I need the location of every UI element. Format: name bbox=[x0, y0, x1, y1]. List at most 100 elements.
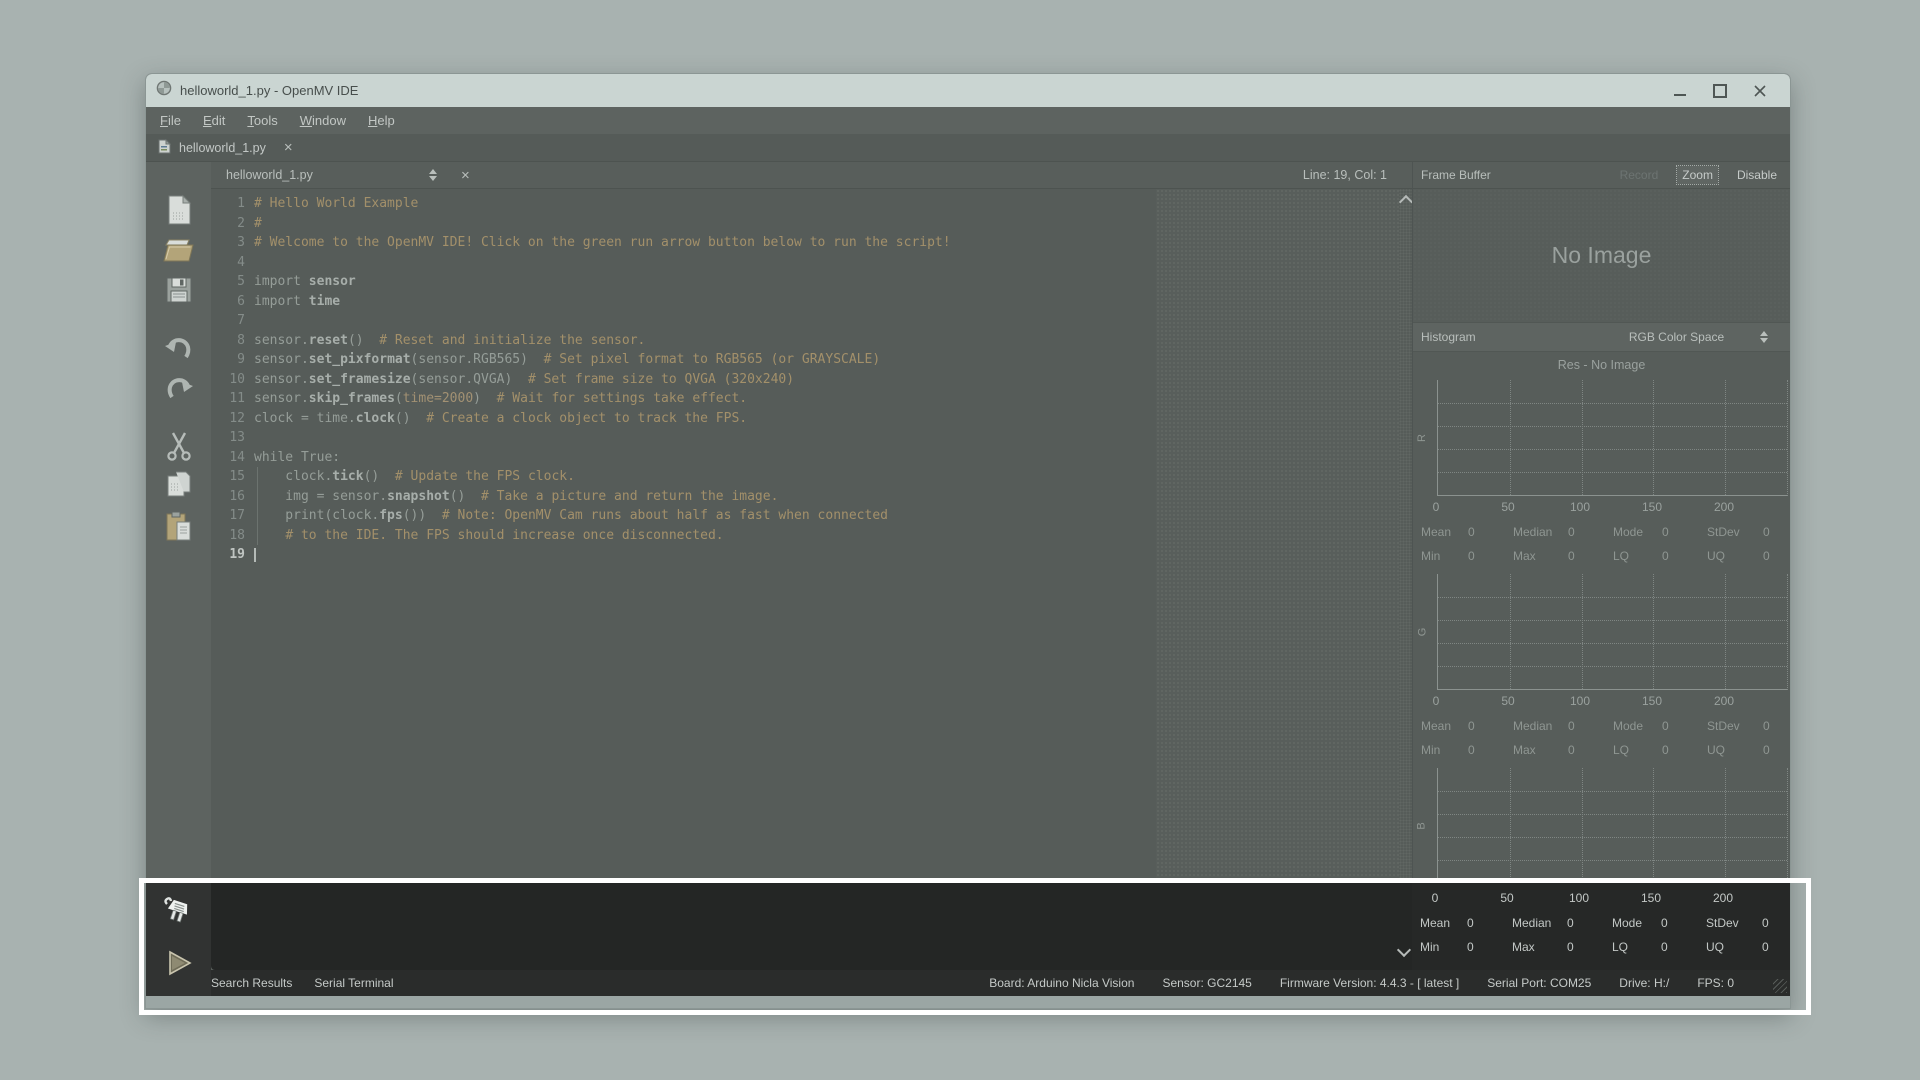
serial-terminal-area[interactable] bbox=[211, 879, 1412, 970]
hist-G-plot: G bbox=[1437, 574, 1788, 690]
code-line-6[interactable]: 6 import time bbox=[211, 292, 1156, 312]
histogram-B-block: B bbox=[1413, 768, 1790, 879]
color-space-updown-icon bbox=[1760, 331, 1768, 343]
disable-button[interactable]: Disable bbox=[1732, 166, 1782, 184]
code-line-12[interactable]: 12clock = time.clock() # Create a clock … bbox=[211, 409, 1156, 429]
main-content: helloworld_1.py × Line: 19, Col: 1 1# He… bbox=[146, 162, 1790, 879]
hist-G-stats: Min0Max0LQ0UQ0 bbox=[1413, 738, 1790, 762]
scroll-up-icon[interactable] bbox=[1399, 195, 1412, 209]
openmv-logo-icon bbox=[156, 80, 172, 101]
code-line-19[interactable]: 19 bbox=[211, 545, 1156, 565]
code-line-13[interactable]: 13 bbox=[211, 428, 1156, 448]
code-line-15[interactable]: 15 clock.tick() # Update the FPS clock. bbox=[211, 467, 1156, 487]
resolution-label: Res - No Image bbox=[1413, 352, 1790, 378]
resize-grip[interactable] bbox=[1773, 979, 1787, 993]
editor-body[interactable]: 1# Hello World Example2#3# Welcome to th… bbox=[211, 189, 1412, 879]
hist-B-dark-x-ticks: 050100150200 bbox=[1412, 887, 1790, 911]
bottom-pane: 050100150200Mean0Median0Mode0StDev0Min0M… bbox=[146, 879, 1790, 996]
undo-icon bbox=[163, 334, 195, 367]
code-line-2[interactable]: 2# bbox=[211, 214, 1156, 234]
code-line-3[interactable]: 3# Welcome to the OpenMV IDE! Click on t… bbox=[211, 233, 1156, 253]
minimize-button[interactable] bbox=[1672, 83, 1688, 99]
open-folder-button[interactable] bbox=[158, 232, 200, 272]
code-line-9[interactable]: 9sensor.set_pixformat(sensor.RGB565) # S… bbox=[211, 350, 1156, 370]
menu-edit[interactable]: Edit bbox=[203, 113, 225, 128]
code-line-11[interactable]: 11sensor.skip_frames(time=2000) # Wait f… bbox=[211, 389, 1156, 409]
line-content: # Hello World Example bbox=[254, 194, 418, 214]
histogram-header: Histogram RGB Color Space bbox=[1413, 322, 1790, 352]
line-number: 4 bbox=[211, 253, 245, 273]
status-serial-port: Serial Port: COM25 bbox=[1487, 976, 1591, 990]
redo-icon bbox=[163, 374, 195, 407]
scroll-down-icon[interactable] bbox=[1397, 943, 1411, 957]
copy-button[interactable] bbox=[158, 468, 200, 508]
file-close-icon[interactable]: × bbox=[461, 168, 470, 183]
code-line-16[interactable]: 16 img = sensor.snapshot() # Take a pict… bbox=[211, 487, 1156, 507]
line-content: # to the IDE. The FPS should increase on… bbox=[254, 526, 724, 546]
maximize-button[interactable] bbox=[1712, 83, 1728, 99]
line-content: img = sensor.snapshot() # Take a picture… bbox=[254, 487, 778, 507]
hist-B-stats: Min0Max0LQ0UQ0 bbox=[1412, 935, 1790, 959]
save-button[interactable] bbox=[158, 272, 200, 312]
status-items: Board: Arduino Nicla VisionSensor: GC214… bbox=[989, 976, 1734, 990]
code-line-7[interactable]: 7 bbox=[211, 311, 1156, 331]
editor-margin-area bbox=[1156, 189, 1399, 879]
run-script-button[interactable] bbox=[158, 943, 200, 983]
connect-button[interactable] bbox=[158, 893, 200, 933]
line-content: import sensor bbox=[254, 272, 356, 292]
save-icon bbox=[164, 275, 194, 310]
title-bar[interactable]: helloworld_1.py - OpenMV IDE bbox=[146, 74, 1790, 107]
line-number: 6 bbox=[211, 292, 245, 312]
line-content: clock = time.clock() # Create a clock ob… bbox=[254, 409, 747, 429]
text-cursor bbox=[254, 548, 256, 562]
code-line-1[interactable]: 1# Hello World Example bbox=[211, 194, 1156, 214]
code-line-5[interactable]: 5 import sensor bbox=[211, 272, 1156, 292]
line-number: 15 bbox=[211, 467, 245, 487]
no-image-placeholder: No Image bbox=[1552, 242, 1652, 269]
status-sensor: Sensor: GC2145 bbox=[1162, 976, 1251, 990]
line-number: 3 bbox=[211, 233, 245, 253]
hist-B-stats: Mean0Median0Mode0StDev0 bbox=[1412, 911, 1790, 935]
menu-tools[interactable]: Tools bbox=[247, 113, 277, 128]
code-line-17[interactable]: 17 print(clock.fps()) # Note: OpenMV Cam… bbox=[211, 506, 1156, 526]
code-line-4[interactable]: 4 bbox=[211, 253, 1156, 273]
line-number: 5 bbox=[211, 272, 245, 292]
zoom-button[interactable]: Zoom bbox=[1677, 166, 1718, 184]
hist-R-plot: R bbox=[1437, 380, 1788, 496]
redo-button[interactable] bbox=[158, 370, 200, 410]
tab-helloworld[interactable]: helloworld_1.py × bbox=[158, 139, 293, 157]
code-line-14[interactable]: 14while True: bbox=[211, 448, 1156, 468]
record-button[interactable]: Record bbox=[1615, 166, 1664, 184]
line-content: import time bbox=[254, 292, 340, 312]
open-file-selector[interactable]: helloworld_1.py × bbox=[226, 168, 470, 183]
menu-help[interactable]: Help bbox=[368, 113, 395, 128]
bottom-pane-main: 050100150200Mean0Median0Mode0StDev0Min0M… bbox=[211, 879, 1790, 996]
bottom-tab-search-results[interactable]: Search Results bbox=[211, 976, 292, 990]
bottom-tab-serial-terminal[interactable]: Serial Terminal bbox=[314, 976, 393, 990]
updown-icon bbox=[429, 169, 437, 181]
hist-R-stats: Mean0Median0Mode0StDev0 bbox=[1413, 520, 1790, 544]
menu-file[interactable]: File bbox=[160, 113, 181, 128]
cut-button[interactable] bbox=[158, 428, 200, 468]
code-area[interactable]: 1# Hello World Example2#3# Welcome to th… bbox=[211, 189, 1156, 879]
new-file-button[interactable] bbox=[158, 192, 200, 232]
color-space-select[interactable]: RGB Color Space bbox=[1541, 330, 1752, 344]
paste-button[interactable] bbox=[158, 508, 200, 548]
hist-G-x-ticks: 050100150200 bbox=[1413, 690, 1790, 714]
left-toolbar bbox=[146, 162, 211, 879]
frame-buffer-view: No Image bbox=[1413, 189, 1790, 322]
code-line-18[interactable]: 18 # to the IDE. The FPS should increase… bbox=[211, 526, 1156, 546]
status-bar: Search Results Serial Terminal Board: Ard… bbox=[211, 970, 1790, 996]
code-line-10[interactable]: 10sensor.set_framesize(sensor.QVGA) # Se… bbox=[211, 370, 1156, 390]
bottom-toolbar bbox=[146, 879, 211, 996]
tab-close-icon[interactable]: × bbox=[284, 140, 293, 155]
code-line-8[interactable]: 8sensor.reset() # Reset and initialize t… bbox=[211, 331, 1156, 351]
undo-button[interactable] bbox=[158, 330, 200, 370]
tab-label: helloworld_1.py bbox=[179, 141, 266, 155]
histogram-title: Histogram bbox=[1421, 330, 1541, 344]
line-content: # bbox=[254, 214, 262, 234]
close-button[interactable] bbox=[1752, 83, 1768, 99]
menu-window[interactable]: Window bbox=[300, 113, 346, 128]
vertical-scrollbar[interactable] bbox=[1399, 189, 1412, 879]
line-content: sensor.set_pixformat(sensor.RGB565) # Se… bbox=[254, 350, 880, 370]
